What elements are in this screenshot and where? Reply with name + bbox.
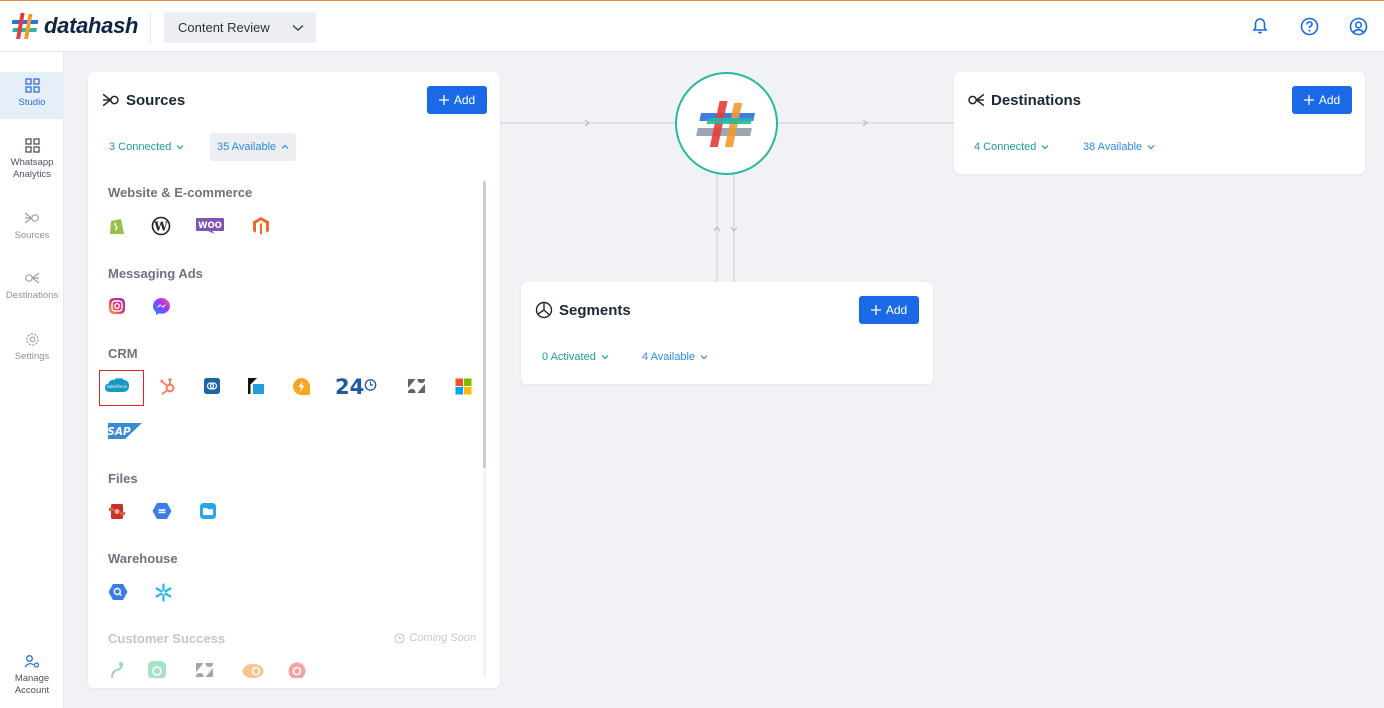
section-title-website-ecommerce: Website & E-commerce (108, 185, 253, 200)
datahash-hub-logo-icon (695, 100, 755, 147)
plus-icon (870, 305, 881, 315)
churnzero-icon (236, 656, 270, 678)
sidebar-item-sources[interactable]: Sources (0, 210, 64, 250)
zendesk-icon[interactable] (401, 371, 431, 401)
section-title-messaging-ads: Messaging Ads (108, 266, 203, 281)
app-logo[interactable]: datahash (12, 11, 138, 41)
sidebar-item-manage-account[interactable]: Manage Account (0, 654, 64, 706)
segments-icon (535, 301, 553, 319)
chevron-down-icon (601, 355, 609, 360)
sugarcrm-24-icon[interactable]: 24 (334, 371, 380, 401)
bell-icon[interactable] (1250, 16, 1270, 36)
sources-icon (102, 93, 119, 107)
gear-icon (25, 333, 39, 346)
destinations-title: Destinations (967, 91, 1081, 109)
tab-destinations-available[interactable]: 38 Available (1076, 133, 1162, 161)
section-title-files: Files (108, 471, 138, 486)
add-destination-button[interactable]: Add (1292, 86, 1352, 114)
sidebar-item-label: Manage Account (14, 673, 50, 696)
datahash-logo-icon (12, 13, 39, 39)
grid-icon (24, 138, 40, 153)
chevron-down-icon (292, 24, 304, 31)
tab-sources-connected[interactable]: 3 Connected (102, 133, 191, 161)
sidebar: Studio Whatsapp Analytics Sources Destin… (0, 52, 64, 708)
sidebar-item-settings[interactable]: Settings (0, 332, 64, 372)
segments-title: Segments (535, 301, 631, 319)
datahash-hub (675, 72, 778, 175)
add-source-button[interactable]: Add (427, 86, 487, 114)
plus-icon (1303, 95, 1314, 105)
woocommerce-icon[interactable]: WOO (193, 211, 227, 241)
grid-icon (24, 78, 40, 93)
bigquery-icon[interactable] (103, 577, 133, 607)
chevron-down-icon (1041, 145, 1049, 150)
sidebar-item-label: Sources (14, 230, 50, 241)
wordpress-icon[interactable]: W (146, 211, 176, 241)
totango-icon (142, 656, 172, 678)
files-icon[interactable] (193, 496, 223, 526)
coming-soon-badge: Coming Soon (394, 632, 476, 644)
snowflake-icon[interactable] (148, 577, 178, 607)
tab-segments-available[interactable]: 4 Available (635, 343, 715, 371)
account-icon[interactable] (1348, 16, 1368, 36)
sidebar-item-whatsapp-analytics[interactable]: Whatsapp Analytics (0, 138, 64, 190)
workspace-name: Content Review (178, 20, 270, 35)
hubspot-icon[interactable] (153, 371, 183, 401)
divider (150, 13, 151, 43)
add-segment-button[interactable]: Add (859, 296, 919, 324)
svg-text:W: W (153, 220, 168, 234)
svg-text:24: 24 (335, 375, 364, 397)
logo-text: datahash (44, 13, 139, 38)
chevron-down-icon (700, 355, 708, 360)
sources-title: Sources (102, 91, 185, 109)
sidebar-item-label: Studio (18, 97, 46, 108)
help-icon[interactable] (1299, 16, 1319, 36)
freshsales-icon[interactable] (241, 371, 271, 401)
destinations-icon (25, 272, 40, 284)
chevron-down-icon (1147, 145, 1155, 150)
section-title-warehouse: Warehouse (108, 551, 178, 566)
freshdesk-icon[interactable] (286, 371, 316, 401)
manage-account-icon (24, 655, 40, 668)
section-title-crm: CRM (108, 346, 138, 361)
clock-icon (394, 632, 405, 644)
zendesk-icon (189, 656, 219, 678)
instagram-icon[interactable] (102, 291, 132, 321)
workspace-select[interactable]: Content Review (164, 12, 316, 43)
destinations-icon (968, 93, 985, 107)
messenger-icon[interactable] (146, 291, 176, 321)
selection-highlight (99, 370, 144, 406)
magento-icon[interactable] (246, 211, 276, 241)
sources-icon (24, 212, 39, 224)
sidebar-item-studio[interactable]: Studio (0, 72, 64, 119)
destinations-card: Destinations Add 4 Connected 38 Availabl… (954, 72, 1365, 174)
chevron-up-icon (281, 144, 289, 149)
sap-icon[interactable]: SAP (106, 416, 144, 446)
zoho-icon[interactable] (197, 371, 227, 401)
sidebar-item-destinations[interactable]: Destinations (0, 270, 64, 310)
plus-icon (438, 95, 449, 105)
sources-scrollbar-thumb[interactable] (483, 181, 486, 468)
top-bar: datahash Content Review (0, 0, 1384, 52)
svg-text:WOO: WOO (198, 221, 222, 231)
customer-success-logos (88, 656, 500, 678)
gainsight-icon (102, 656, 132, 678)
sources-card: Sources Add 3 Connected 35 Available Web… (88, 72, 500, 688)
segments-card: Segments Add 0 Activated 4 Available (521, 282, 933, 384)
sidebar-item-label: Settings (14, 351, 50, 362)
shopify-icon[interactable] (102, 211, 132, 241)
section-title-customer-success: Customer Success (108, 631, 226, 646)
vitally-icon (282, 656, 312, 678)
svg-text:SAP: SAP (107, 426, 131, 438)
tab-destinations-connected[interactable]: 4 Connected (967, 133, 1056, 161)
sidebar-item-label: Whatsapp Analytics (10, 157, 54, 180)
ftp-icon[interactable] (102, 496, 132, 526)
chevron-down-icon (176, 145, 184, 150)
tab-segments-activated[interactable]: 0 Activated (535, 343, 616, 371)
microsoft-icon[interactable] (448, 371, 478, 401)
google-drive-icon[interactable] (147, 496, 177, 526)
sidebar-item-label: Destinations (5, 290, 59, 301)
tab-sources-available[interactable]: 35 Available (210, 133, 297, 161)
